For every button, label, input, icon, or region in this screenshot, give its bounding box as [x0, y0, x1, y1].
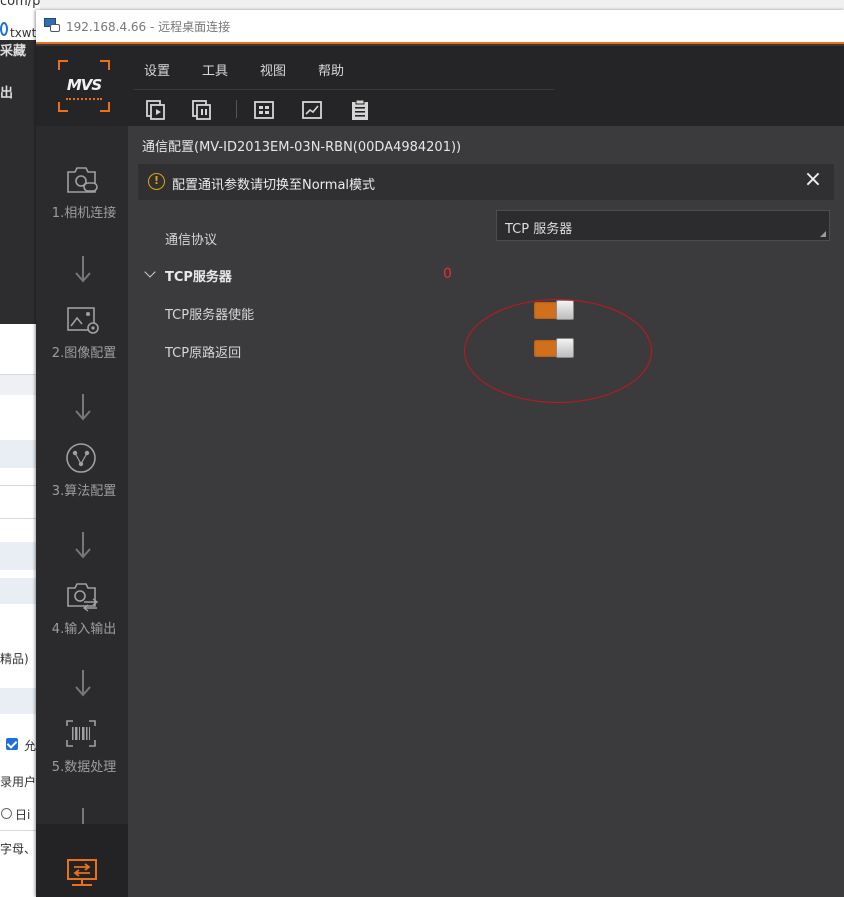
close-icon[interactable]: ×	[802, 169, 824, 192]
config-panel: 通信配置(MV-ID2013EM-03N-RBN(00DA4984201)) !…	[128, 126, 844, 897]
background-band	[0, 542, 40, 570]
background-band	[0, 375, 40, 395]
background-text: 允	[24, 739, 37, 753]
app-header: MVS 设置 工具 视图 帮助	[36, 46, 844, 126]
background-band	[0, 440, 40, 468]
background-dark-text-1: 采藏	[0, 44, 27, 59]
mvs-logo: MVS	[58, 60, 110, 112]
chevron-down-icon	[144, 266, 156, 278]
background-url: com/posts/edit,postid=16710141	[0, 0, 40, 9]
warning-text: 配置通讯参数请切换至Normal模式	[172, 178, 376, 193]
barcode-icon	[66, 720, 96, 747]
divider	[0, 485, 40, 486]
annotation-mark: 0	[443, 266, 452, 282]
stop-capture-icon[interactable]	[190, 98, 214, 122]
image-settings-icon	[67, 307, 99, 334]
background-text: 日i	[15, 808, 31, 822]
divider	[0, 830, 40, 831]
nav-step-camera-connect[interactable]: 1.相机连接	[36, 164, 128, 234]
logo-text: MVS	[66, 76, 102, 94]
nav-footer	[36, 824, 128, 897]
background-text: 精品)	[0, 652, 29, 666]
tcp-server-group-header[interactable]: TCP服务器	[140, 266, 440, 286]
menu-view[interactable]: 视图	[260, 60, 286, 79]
clipboard-icon[interactable]	[348, 98, 372, 122]
dropdown-caret-icon	[820, 231, 826, 237]
nav-step-label: 1.相机连接	[51, 206, 117, 221]
menu-bar: 设置 工具 视图 帮助	[134, 46, 554, 90]
toolbar-separator	[236, 100, 237, 118]
toolbar	[134, 90, 554, 126]
nav-step-algorithm-config[interactable]: 3.算法配置	[36, 442, 128, 512]
layout-grid-icon[interactable]	[252, 98, 276, 122]
start-capture-icon[interactable]	[144, 98, 168, 122]
nav-step-label: 5.数据处理	[51, 760, 117, 775]
communication-icon[interactable]	[66, 858, 98, 888]
nav-step-label: 3.算法配置	[51, 484, 117, 499]
background-band	[0, 578, 40, 604]
warning-icon: !	[148, 173, 165, 190]
background-band	[0, 688, 40, 714]
input-output-icon	[67, 583, 99, 612]
warning-bar: ! 配置通讯参数请切换至Normal模式 ×	[138, 164, 834, 200]
down-arrow-icon	[75, 256, 91, 283]
side-nav: 1.相机连接 2.图像配置 3.算法配置 4.输入输出 5.数据处理	[36, 126, 128, 897]
tcp-return-label: TCP原路返回	[165, 346, 242, 361]
background-radio[interactable]	[1, 808, 12, 819]
algorithm-icon	[66, 443, 96, 473]
protocol-select[interactable]: TCP 服务器	[496, 210, 830, 241]
background-tab[interactable]: txwte	[0, 24, 40, 40]
nav-step-label: 4.输入输出	[51, 622, 117, 637]
menu-help[interactable]: 帮助	[318, 60, 344, 79]
camera-link-icon	[67, 167, 98, 193]
down-arrow-icon	[75, 394, 91, 421]
down-arrow-icon	[75, 532, 91, 559]
nav-step-label: 2.图像配置	[51, 346, 117, 361]
background-checkbox[interactable]	[6, 738, 18, 750]
down-arrow-icon	[75, 670, 91, 697]
nav-step-input-output[interactable]: 4.输入输出	[36, 580, 128, 650]
background-dark-text-2: 出	[0, 86, 14, 101]
background-text: 字母、	[0, 842, 37, 856]
protocol-value: TCP 服务器	[505, 222, 573, 237]
config-title: 通信配置(MV-ID2013EM-03N-RBN(00DA4984201))	[142, 140, 462, 155]
nav-step-data-processing[interactable]: 5.数据处理	[36, 718, 128, 788]
window-titlebar[interactable]: 192.168.4.66 - 远程桌面连接	[36, 10, 844, 44]
background-text: 录用户	[0, 775, 37, 789]
group-title: TCP服务器	[165, 270, 232, 285]
menu-settings[interactable]: 设置	[144, 60, 170, 79]
background-page: com/posts/edit,postid=16710141 txwte 采藏 …	[0, 0, 40, 897]
remote-desktop-window: 192.168.4.66 - 远程桌面连接 MVS 设置 工具 视图 帮助 1.…	[36, 10, 844, 897]
nav-step-image-config[interactable]: 2.图像配置	[36, 304, 128, 374]
remote-desktop-icon	[44, 18, 60, 32]
annotation-ellipse	[464, 299, 652, 403]
window-title: 192.168.4.66 - 远程桌面连接	[66, 20, 231, 34]
background-dark-panel: 采藏 出	[0, 40, 40, 324]
tcp-server-enable-label: TCP服务器使能	[165, 308, 255, 323]
protocol-label: 通信协议	[165, 233, 218, 248]
divider	[0, 518, 40, 519]
menu-tools[interactable]: 工具	[202, 60, 228, 79]
chart-icon[interactable]	[300, 98, 324, 122]
